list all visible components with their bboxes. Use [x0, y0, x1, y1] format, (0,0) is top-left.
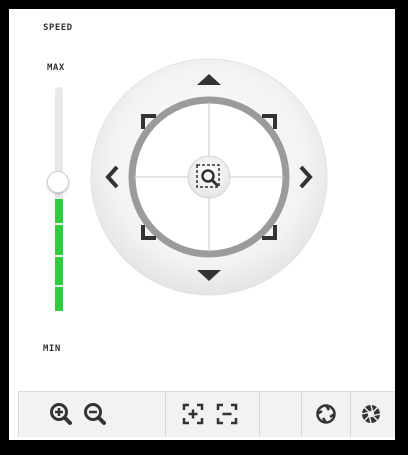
speed-slider-track[interactable] — [55, 87, 63, 311]
pan-up-button[interactable] — [193, 67, 225, 91]
pan-up-left-button[interactable] — [135, 107, 161, 133]
zoom-in-icon — [50, 403, 72, 425]
focus-far-button[interactable] — [210, 397, 244, 431]
pan-right-button[interactable] — [295, 161, 319, 193]
zoom-area-button-bg[interactable] — [187, 155, 231, 199]
pan-up-right-button[interactable] — [257, 107, 283, 133]
iris-close-button[interactable] — [354, 397, 388, 431]
pan-down-button[interactable] — [193, 263, 225, 287]
pan-down-left-hitarea[interactable] — [135, 221, 161, 247]
focus-far-icon — [216, 403, 238, 425]
focus-near-button[interactable] — [176, 397, 210, 431]
focus-near-icon — [182, 403, 204, 425]
pan-left-button[interactable] — [99, 161, 123, 193]
ptz-toolbar — [18, 391, 395, 437]
speed-max-label: MAX — [47, 63, 65, 73]
toolbar-divider — [165, 392, 166, 437]
iris-open-icon — [316, 404, 336, 424]
speed-level-segment — [55, 257, 63, 285]
pan-left-hitarea[interactable] — [99, 161, 123, 193]
zoom-area-button[interactable] — [187, 155, 231, 199]
zoom-in-button[interactable] — [44, 397, 78, 431]
speed-level-segment — [55, 287, 63, 311]
speed-slider-thumb[interactable] — [47, 171, 69, 193]
pan-up-left-hitarea[interactable] — [135, 107, 161, 133]
toolbar-divider — [301, 392, 302, 437]
zoom-out-icon — [84, 403, 106, 425]
pan-up-right-hitarea[interactable] — [257, 107, 283, 133]
iris-open-button[interactable] — [309, 397, 343, 431]
ptz-direction-pad — [90, 58, 328, 296]
speed-title: SPEED — [43, 23, 73, 33]
pan-down-right-hitarea[interactable] — [257, 221, 283, 247]
pan-down-right-button[interactable] — [257, 221, 283, 247]
zoom-out-button[interactable] — [78, 397, 112, 431]
ptz-control-panel: SPEED MAX MIN — [9, 9, 395, 440]
toolbar-divider — [18, 392, 19, 437]
iris-close-icon — [361, 404, 381, 424]
toolbar-divider — [350, 392, 351, 437]
speed-min-label: MIN — [43, 344, 61, 354]
speed-level-segment — [55, 199, 63, 223]
speed-level-segment — [55, 225, 63, 255]
toolbar-divider — [259, 392, 260, 437]
pan-down-left-button[interactable] — [135, 221, 161, 247]
pan-right-hitarea[interactable] — [295, 161, 319, 193]
